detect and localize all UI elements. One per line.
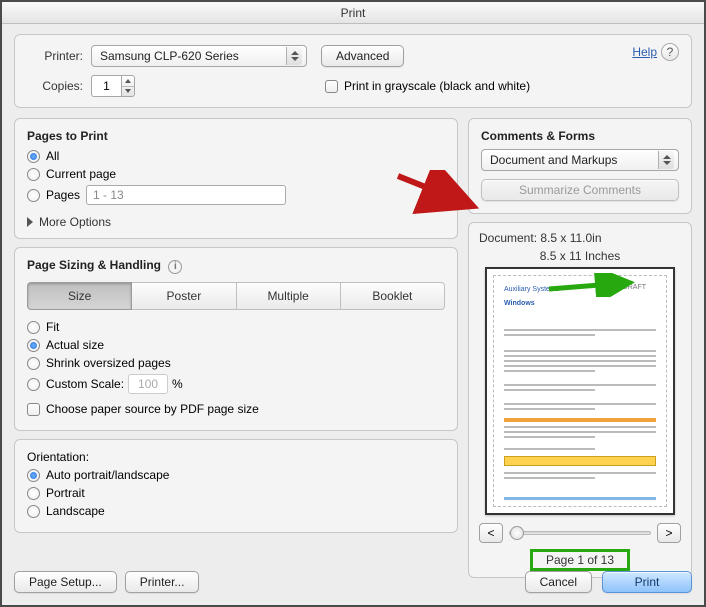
radio-shrink[interactable] xyxy=(27,357,40,370)
grayscale-checkbox[interactable] xyxy=(325,80,338,93)
advanced-button[interactable]: Advanced xyxy=(321,45,404,67)
tab-multiple[interactable]: Multiple xyxy=(237,282,341,310)
annotation-red-arrow-icon xyxy=(394,170,480,216)
grayscale-label: Print in grayscale (black and white) xyxy=(344,79,530,93)
label-current: Current page xyxy=(46,167,116,181)
tab-size[interactable]: Size xyxy=(27,282,132,310)
more-options-toggle[interactable]: More Options xyxy=(27,215,111,229)
stepper-down-icon[interactable] xyxy=(122,87,134,97)
info-icon[interactable]: i xyxy=(168,260,182,274)
zoom-slider[interactable] xyxy=(509,531,651,535)
tab-poster[interactable]: Poster xyxy=(132,282,236,310)
more-options-label: More Options xyxy=(39,215,111,229)
label-auto-orient: Auto portrait/landscape xyxy=(46,468,169,482)
cancel-button[interactable]: Cancel xyxy=(525,571,592,593)
printer-value: Samsung CLP-620 Series xyxy=(100,49,239,63)
radio-pages[interactable] xyxy=(27,189,40,202)
pages-title: Pages to Print xyxy=(27,129,445,143)
comments-panel: Comments & Forms Document and Markups Su… xyxy=(468,118,692,214)
disclosure-triangle-icon xyxy=(27,217,33,227)
help-link[interactable]: Help xyxy=(632,45,657,59)
label-shrink: Shrink oversized pages xyxy=(46,356,171,370)
preview-subheading: Windows xyxy=(504,300,535,307)
printer-button[interactable]: Printer... xyxy=(125,571,200,593)
page-preview: DRAFT Auxiliary Systems Windows xyxy=(485,267,675,515)
printer-select[interactable]: Samsung CLP-620 Series xyxy=(91,45,307,67)
pages-range-input[interactable] xyxy=(86,185,286,205)
comments-select[interactable]: Document and Markups xyxy=(481,149,679,171)
sheet-dimensions: 8.5 x 11 Inches xyxy=(479,249,681,263)
help-icon[interactable]: ? xyxy=(661,43,679,61)
radio-actual[interactable] xyxy=(27,339,40,352)
radio-portrait[interactable] xyxy=(27,487,40,500)
top-panel: Help ? Printer: Samsung CLP-620 Series A… xyxy=(14,34,692,108)
sizing-tabs: Size Poster Multiple Booklet xyxy=(27,282,445,310)
chevron-up-down-icon xyxy=(286,47,302,65)
radio-fit[interactable] xyxy=(27,321,40,334)
radio-landscape[interactable] xyxy=(27,505,40,518)
label-fit: Fit xyxy=(46,320,59,334)
page-indicator: Page 1 of 13 xyxy=(530,549,630,571)
percent-label: % xyxy=(172,377,183,391)
dialog-body: Help ? Printer: Samsung CLP-620 Series A… xyxy=(2,24,704,605)
page-setup-button[interactable]: Page Setup... xyxy=(14,571,117,593)
pages-to-print-panel: Pages to Print All Current page Pages Mo… xyxy=(14,118,458,239)
chevron-up-down-icon xyxy=(658,151,674,169)
label-landscape: Landscape xyxy=(46,504,105,518)
window-title: Print xyxy=(2,2,704,24)
radio-auto-orient[interactable] xyxy=(27,469,40,482)
radio-current[interactable] xyxy=(27,168,40,181)
orientation-panel: Orientation: Auto portrait/landscape Por… xyxy=(14,439,458,533)
label-actual: Actual size xyxy=(46,338,104,352)
label-pages: Pages xyxy=(46,188,80,202)
label-custom: Custom Scale: xyxy=(46,377,124,391)
sizing-panel: Page Sizing & Handling i Size Poster Mul… xyxy=(14,247,458,431)
annotation-green-arrow-icon xyxy=(547,273,637,297)
copies-label: Copies: xyxy=(27,79,83,93)
choose-paper-label: Choose paper source by PDF page size xyxy=(46,402,259,416)
comments-title: Comments & Forms xyxy=(481,129,679,143)
radio-custom[interactable] xyxy=(27,378,40,391)
radio-all[interactable] xyxy=(27,150,40,163)
tab-booklet[interactable]: Booklet xyxy=(341,282,445,310)
footer: Page Setup... Printer... Cancel Print xyxy=(14,571,692,593)
print-button[interactable]: Print xyxy=(602,571,692,593)
orientation-title: Orientation: xyxy=(27,450,445,464)
printer-label: Printer: xyxy=(27,49,83,63)
summarize-comments-button[interactable]: Summarize Comments xyxy=(481,179,679,201)
next-page-button[interactable]: > xyxy=(657,523,681,543)
prev-page-button[interactable]: < xyxy=(479,523,503,543)
label-portrait: Portrait xyxy=(46,486,85,500)
comments-select-value: Document and Markups xyxy=(490,153,617,167)
stepper-up-icon[interactable] xyxy=(122,76,134,87)
choose-paper-checkbox[interactable] xyxy=(27,403,40,416)
print-dialog: Print Help ? Printer: Samsung CLP-620 Se… xyxy=(0,0,706,607)
document-dimensions: Document: 8.5 x 11.0in xyxy=(479,231,681,245)
slider-thumb[interactable] xyxy=(510,526,524,540)
label-all: All xyxy=(46,149,59,163)
sizing-title: Page Sizing & Handling i xyxy=(27,258,445,274)
copies-stepper[interactable] xyxy=(91,75,135,97)
copies-input[interactable] xyxy=(91,75,121,97)
preview-panel: Document: 8.5 x 11.0in 8.5 x 11 Inches D… xyxy=(468,222,692,578)
custom-scale-input[interactable] xyxy=(128,374,168,394)
